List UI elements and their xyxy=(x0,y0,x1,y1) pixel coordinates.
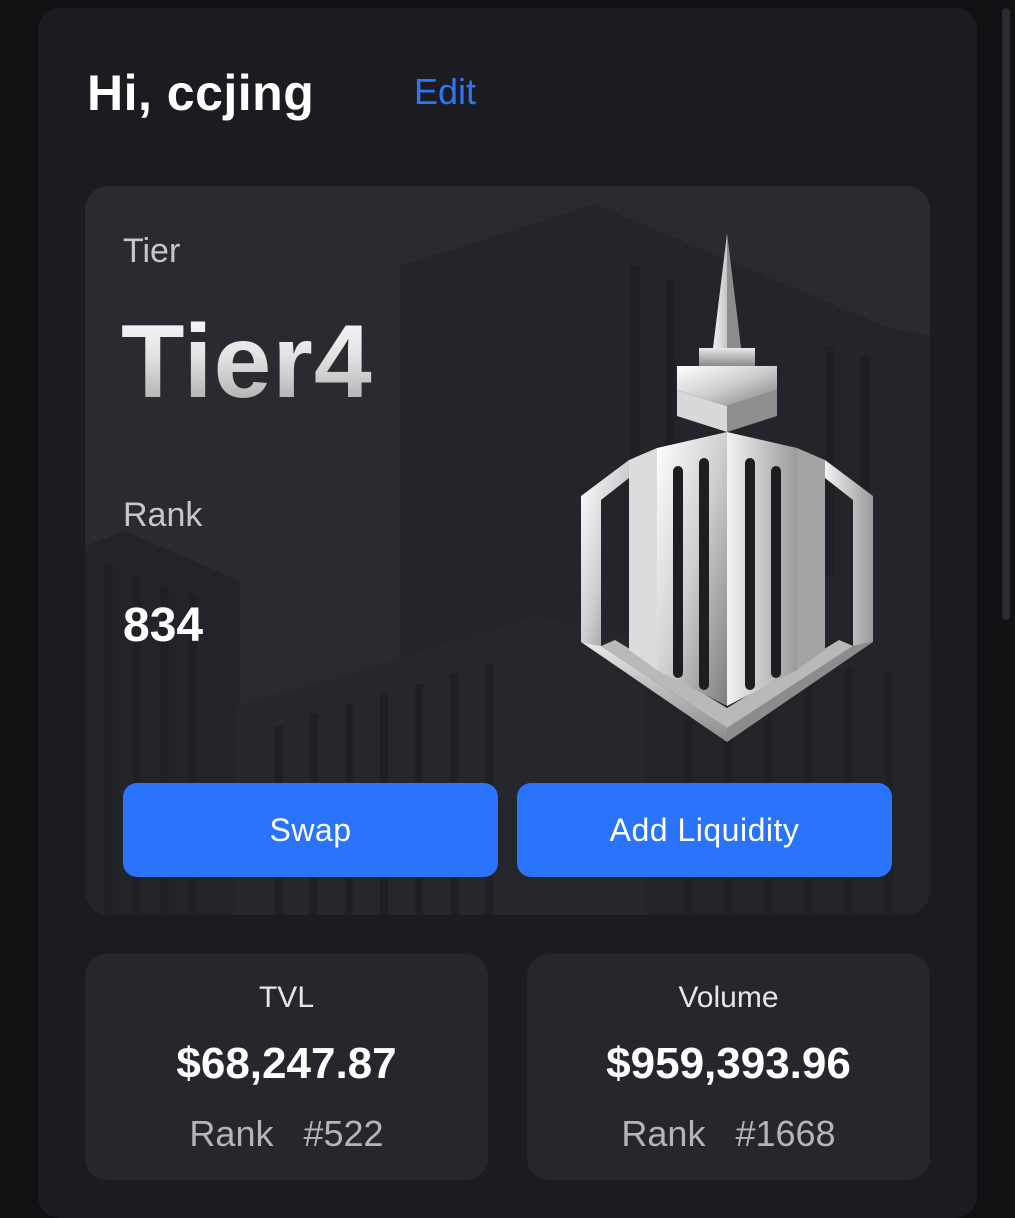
rank-value: 834 xyxy=(123,599,204,652)
volume-title: Volume xyxy=(678,981,779,1014)
volume-rank: Rank #1668 xyxy=(527,1112,930,1156)
swap-button[interactable]: Swap xyxy=(123,783,498,877)
volume-rank-label: Rank xyxy=(621,1113,706,1154)
tvl-rank-label: Rank xyxy=(189,1113,274,1154)
volume-stat-card: Volume $959,393.96 Rank #1668 xyxy=(527,954,930,1180)
tier-value: Tier4 xyxy=(121,304,373,420)
tvl-stat-card: TVL $68,247.87 Rank #522 xyxy=(85,954,488,1180)
tier-card: Tier Tier4 Rank 834 Swap Add Liquidity xyxy=(85,186,930,915)
volume-rank-value: #1668 xyxy=(735,1113,836,1154)
scrollbar[interactable] xyxy=(1002,8,1010,620)
greeting-title: Hi, ccjing xyxy=(87,65,315,121)
tvl-title: TVL xyxy=(258,981,315,1014)
tvl-value: $68,247.87 xyxy=(176,1039,397,1088)
skyscraper-hexagon-emblem-icon xyxy=(581,234,873,742)
tvl-rank: Rank #522 xyxy=(85,1112,488,1156)
volume-value: $959,393.96 xyxy=(606,1039,851,1088)
tvl-rank-value: #522 xyxy=(303,1113,384,1154)
rank-label: Rank xyxy=(123,496,203,534)
tier-label: Tier xyxy=(123,232,181,270)
add-liquidity-button[interactable]: Add Liquidity xyxy=(517,783,892,877)
edit-name-link[interactable]: Edit xyxy=(414,70,476,114)
